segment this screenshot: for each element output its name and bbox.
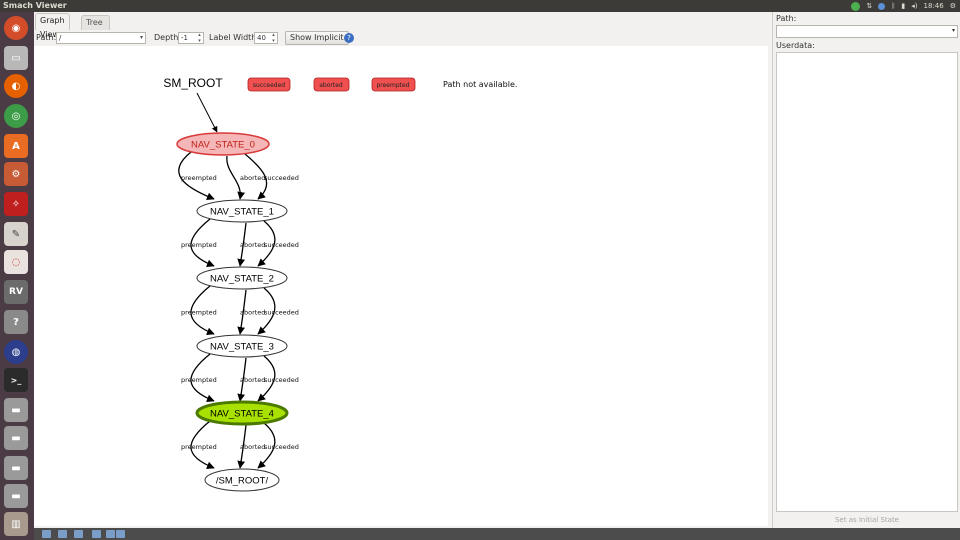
edge-label-succeeded: succeeded	[264, 174, 299, 182]
state-label: NAV_STATE_3	[210, 342, 274, 353]
outcome-badge-label: preempted	[376, 82, 409, 89]
state-node[interactable]: /SM_ROOT/	[204, 468, 280, 492]
edge-label-preempted: preempted	[181, 174, 217, 182]
stepper-arrows-icon[interactable]: ▴ ▾	[270, 32, 277, 44]
fullscreen-icon[interactable]	[116, 530, 125, 538]
outcome-badge[interactable]: preempted	[371, 77, 416, 92]
edge-label-aborted: aborted	[240, 309, 265, 317]
settings-gear-icon[interactable]: ⚙	[950, 0, 956, 12]
launcher-sidebar: ◉ ▭ ◐ ◎ A ⚙ ✧ ✎ ◌ RV ? ◍ >_ ▬ ▬ ▬ ▬ ▥	[0, 12, 34, 540]
outcome-badge-label: succeeded	[253, 82, 285, 89]
state-node[interactable]: NAV_STATE_2	[196, 266, 288, 290]
chevron-down-icon[interactable]: ▾	[138, 32, 145, 44]
edge-label-preempted: preempted	[181, 241, 217, 249]
network-icon[interactable]: ⇅	[866, 0, 872, 12]
files-icon[interactable]: ▭	[4, 46, 28, 70]
eclipse-icon[interactable]: ◍	[4, 340, 28, 364]
system-settings-icon[interactable]: ⚙	[4, 162, 28, 186]
top-panel: Smach Viewer ⇅ ᛒ ▮ ◂) 18:46 ⚙	[0, 0, 960, 12]
trash-icon[interactable]: ▥	[4, 512, 28, 536]
clock[interactable]: 18:46	[924, 0, 944, 12]
label-width-label: Label Width:	[209, 33, 260, 42]
bluetooth-icon[interactable]: ᛒ	[891, 0, 895, 12]
edge-label-preempted: preempted	[181, 376, 217, 384]
edge-label-preempted: preempted	[181, 443, 217, 451]
edge-label-aborted: aborted	[240, 241, 265, 249]
outcome-badge[interactable]: aborted	[313, 77, 350, 92]
edge-label-succeeded: succeeded	[264, 309, 299, 317]
right-path-label: Path:	[776, 14, 797, 23]
edge-label-succeeded: succeeded	[264, 443, 299, 451]
userdata-view[interactable]	[776, 52, 958, 512]
help-icon[interactable]: ?	[4, 310, 28, 334]
state-label: NAV_STATE_1	[210, 207, 274, 218]
save-icon[interactable]	[92, 530, 101, 538]
right-path-combo[interactable]: ▾	[776, 25, 958, 38]
drive-icon[interactable]: ▬	[4, 456, 28, 480]
root-edge	[196, 92, 218, 133]
system-tray: ⇅ ᛒ ▮ ◂) 18:46 ⚙	[851, 0, 956, 12]
terminal-icon[interactable]: >_	[4, 368, 28, 392]
path-combo[interactable]: /	[56, 32, 146, 44]
edge-label-succeeded: succeeded	[264, 376, 299, 384]
window-title: Smach Viewer	[3, 1, 67, 10]
state-node[interactable]: NAV_STATE_4	[195, 400, 289, 426]
state-label: NAV_STATE_4	[210, 409, 274, 420]
state-label: /SM_ROOT/	[216, 476, 269, 487]
volume-icon[interactable]: ◂)	[911, 0, 917, 12]
acrobat-reader-icon[interactable]: ✧	[4, 192, 28, 216]
tab-graph-view[interactable]: Graph View	[35, 13, 70, 39]
zoom-fit-icon[interactable]	[74, 530, 83, 538]
outcome-badge-label: aborted	[319, 82, 343, 89]
state-node[interactable]: NAV_STATE_0	[176, 132, 270, 156]
graph-toolbar: Path: / ▾ Depth: -1 ▴ ▾ Label Width: 40 ▴…	[34, 30, 770, 46]
ubuntu-dash-icon[interactable]: ◉	[4, 16, 28, 40]
chevron-down-icon[interactable]: ▾	[952, 27, 955, 34]
path-label: Path:	[36, 33, 57, 42]
drive-icon[interactable]: ▬	[4, 426, 28, 450]
pan-icon[interactable]	[42, 530, 51, 538]
rqt-bottom-toolbar	[34, 528, 960, 540]
depth-label: Depth:	[154, 33, 182, 42]
state-node[interactable]: NAV_STATE_3	[196, 334, 288, 358]
state-machine-graph: SM_ROOT succeeded aborted preempted Path…	[163, 76, 517, 492]
edge-label-aborted: aborted	[240, 376, 265, 384]
show-implicit-button[interactable]: Show Implicit	[285, 31, 349, 45]
state-label: NAV_STATE_0	[191, 140, 255, 151]
text-editor-icon[interactable]: ✎	[4, 222, 28, 246]
tab-tree-view[interactable]: Tree View	[81, 15, 110, 41]
stepper-arrows-icon[interactable]: ▴ ▾	[196, 32, 203, 44]
firefox-icon[interactable]: ◐	[4, 74, 28, 98]
help-icon[interactable]: ?	[344, 33, 354, 43]
graph-canvas[interactable]: SM_ROOT succeeded aborted preempted Path…	[34, 46, 768, 526]
edge-label-preempted: preempted	[181, 309, 217, 317]
dropbox-icon[interactable]	[878, 2, 886, 10]
edge-label-aborted: aborted	[240, 174, 265, 182]
state-node[interactable]: NAV_STATE_1	[196, 199, 288, 223]
root-label: SM_ROOT	[163, 76, 223, 90]
state-label: NAV_STATE_2	[210, 274, 274, 285]
transition-edge	[226, 155, 245, 200]
outcome-badge[interactable]: succeeded	[247, 77, 291, 92]
expand-icon[interactable]	[106, 530, 115, 538]
drive-icon[interactable]: ▬	[4, 398, 28, 422]
edge-label-succeeded: succeeded	[264, 241, 299, 249]
userdata-label: Userdata:	[776, 41, 815, 50]
image-viewer-icon[interactable]: ◌	[4, 250, 28, 274]
telegram-icon[interactable]	[851, 1, 861, 11]
rviz-icon[interactable]: RV	[4, 280, 28, 304]
userdata-panel: Path: ▾ Userdata: Set as Initial State	[772, 12, 960, 528]
path-status-text: Path not available.	[443, 80, 517, 89]
refresh-icon[interactable]	[58, 530, 67, 538]
software-center-icon[interactable]: A	[4, 134, 28, 158]
edge-label-aborted: aborted	[240, 443, 265, 451]
chrome-icon[interactable]: ◎	[4, 104, 28, 128]
battery-icon[interactable]: ▮	[901, 0, 905, 12]
drive-icon[interactable]: ▬	[4, 484, 28, 508]
set-initial-state-button[interactable]: Set as Initial State	[776, 514, 958, 527]
